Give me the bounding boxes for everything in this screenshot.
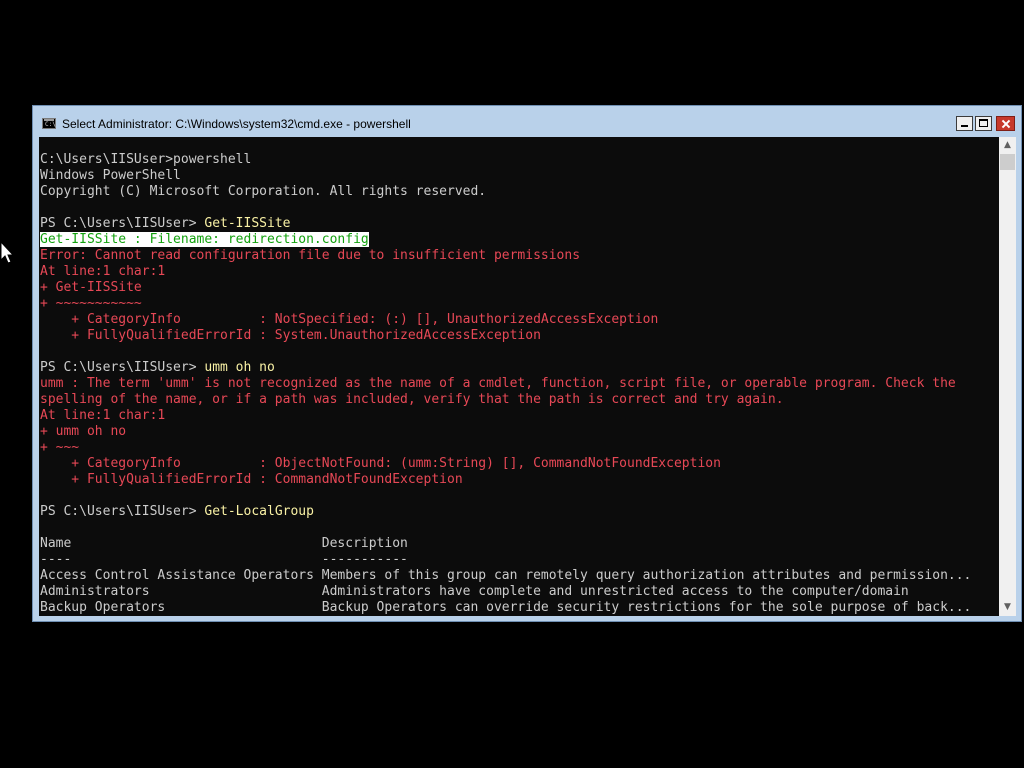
- console-line: umm : The term 'umm' is not recognized a…: [40, 376, 971, 392]
- console-text: + Get-IISSite: [40, 280, 142, 295]
- console-line: + Get-IISSite: [40, 280, 971, 296]
- window-title: Select Administrator: C:\Windows\system3…: [62, 117, 411, 131]
- close-button[interactable]: [996, 116, 1015, 131]
- console-line: + ~~~: [40, 440, 971, 456]
- console-line: Copyright (C) Microsoft Corporation. All…: [40, 184, 971, 200]
- console-window[interactable]: C:\ Select Administrator: C:\Windows\sys…: [32, 105, 1022, 622]
- console-line: Error: Cannot read configuration file du…: [40, 248, 971, 264]
- console-line: + umm oh no: [40, 424, 971, 440]
- console-text: + CategoryInfo : ObjectNotFound: (umm:St…: [40, 456, 721, 471]
- console-line: + FullyQualifiedErrorId : CommandNotFoun…: [40, 472, 971, 488]
- console-text: Name Description: [40, 536, 408, 551]
- console-text: C:\Users\IISUser>powershell: [40, 152, 252, 167]
- console-text: + umm oh no: [40, 424, 127, 439]
- window-bottom-border: [33, 616, 1021, 621]
- console-line: spelling of the name, or if a path was i…: [40, 392, 971, 408]
- cmd-icon-prompt: C:\: [45, 121, 56, 128]
- console-line: At line:1 char:1: [40, 264, 971, 280]
- maximize-button[interactable]: [975, 116, 992, 131]
- console-text: Copyright (C) Microsoft Corporation. All…: [40, 184, 487, 199]
- typed-command: Get-LocalGroup: [204, 504, 314, 519]
- mouse-pointer-icon: [0, 241, 14, 264]
- typed-command: Get-IISSite: [204, 216, 291, 231]
- console-line: PS C:\Users\IISUser> Get-IISSite: [40, 216, 971, 232]
- vertical-scrollbar[interactable]: ▲ ▼: [999, 137, 1016, 616]
- chevron-up-icon[interactable]: ▲: [999, 137, 1016, 154]
- console-line: + CategoryInfo : NotSpecified: (:) [], U…: [40, 312, 971, 328]
- chevron-down-icon[interactable]: ▼: [999, 599, 1016, 616]
- console-line: Get-IISSite : Filename: redirection.conf…: [40, 232, 971, 248]
- scrollbar-thumb[interactable]: [1000, 154, 1015, 170]
- minimize-button[interactable]: [956, 116, 973, 131]
- selected-text: Get-IISSite : Filename: redirection.conf…: [40, 232, 369, 247]
- console-line: + ~~~~~~~~~~~: [40, 296, 971, 312]
- console-text: Backup Operators Backup Operators can ov…: [40, 600, 972, 615]
- console-line: PS C:\Users\IISUser> umm oh no: [40, 360, 971, 376]
- console-text: + ~~~~~~~~~~~: [40, 296, 142, 311]
- console-text: PS C:\Users\IISUser>: [40, 360, 205, 375]
- console-line: Access Control Assistance Operators Memb…: [40, 568, 971, 584]
- console-text: + FullyQualifiedErrorId : System.Unautho…: [40, 328, 541, 343]
- console-line: At line:1 char:1: [40, 408, 971, 424]
- console-text: + ~~~: [40, 440, 80, 455]
- console-line: Name Description: [40, 536, 971, 552]
- typed-command: umm oh no: [204, 360, 275, 375]
- console-text: At line:1 char:1: [40, 408, 166, 423]
- console-line: PS C:\Users\IISUser> Get-LocalGroup: [40, 504, 971, 520]
- console-line: + FullyQualifiedErrorId : System.Unautho…: [40, 328, 971, 344]
- console-text: Access Control Assistance Operators Memb…: [40, 568, 972, 583]
- console-line: + CategoryInfo : ObjectNotFound: (umm:St…: [40, 456, 971, 472]
- console-line: Administrators Administrators have compl…: [40, 584, 971, 600]
- console-text: spelling of the name, or if a path was i…: [40, 392, 784, 407]
- console-line: C:\Users\IISUser>powershell: [40, 152, 971, 168]
- console-text: Error: Cannot read configuration file du…: [40, 248, 581, 263]
- console-text: + CategoryInfo : NotSpecified: (:) [], U…: [40, 312, 659, 327]
- console-text: PS C:\Users\IISUser>: [40, 504, 205, 519]
- console-lines: C:\Users\IISUser>powershell Windows Power…: [40, 152, 971, 616]
- title-bar[interactable]: C:\ Select Administrator: C:\Windows\sys…: [33, 106, 1021, 137]
- console-text: At line:1 char:1: [40, 264, 166, 279]
- console-text: Administrators Administrators have compl…: [40, 584, 909, 599]
- console-text: + FullyQualifiedErrorId : CommandNotFoun…: [40, 472, 463, 487]
- console-line: Backup Operators Backup Operators can ov…: [40, 600, 971, 616]
- cmd-icon: C:\: [42, 118, 56, 129]
- console-line: ---- -----------: [40, 552, 971, 568]
- console-text: Windows PowerShell: [40, 168, 181, 183]
- console-text: umm : The term 'umm' is not recognized a…: [40, 376, 956, 391]
- console-output[interactable]: C:\Users\IISUser>powershell Windows Power…: [39, 137, 999, 616]
- console-text: PS C:\Users\IISUser>: [40, 216, 205, 231]
- console-text: ---- -----------: [40, 552, 408, 567]
- console-line: Windows PowerShell: [40, 168, 971, 184]
